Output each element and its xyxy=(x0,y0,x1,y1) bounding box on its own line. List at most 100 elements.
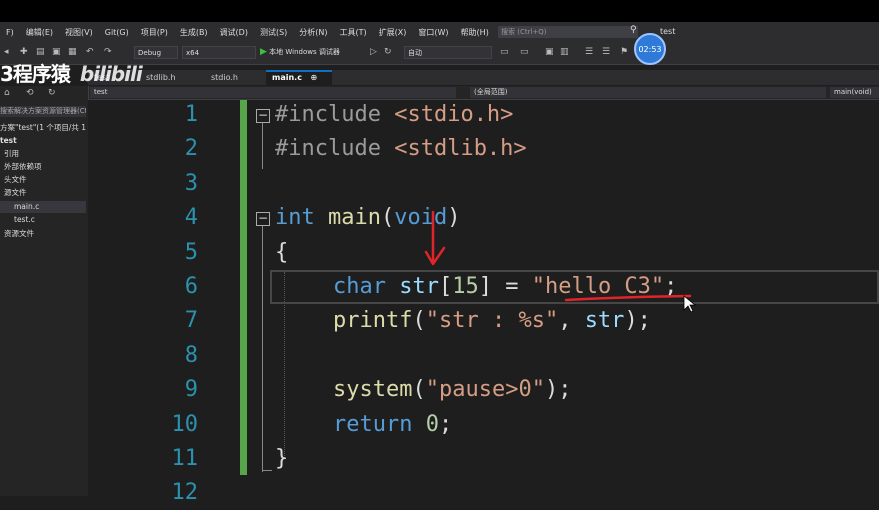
function-name: printf xyxy=(333,308,413,333)
start-without-debug-icon[interactable]: ▷ xyxy=(370,47,377,57)
fold-toggle-icon[interactable]: − xyxy=(256,109,270,123)
punct: ; xyxy=(438,412,453,437)
menu-help[interactable]: 帮助(H) xyxy=(455,27,495,38)
platform-select[interactable]: x64 xyxy=(182,46,256,59)
code-line: int main(void) xyxy=(275,201,460,235)
search-input[interactable]: 搜索 (Ctrl+Q) xyxy=(498,26,638,38)
global-scope-select[interactable]: (全局范围) xyxy=(470,87,826,98)
code-line: char str[15] = "hello C3"; xyxy=(333,270,677,304)
menu-debug[interactable]: 调试(D) xyxy=(214,27,254,38)
brace: } xyxy=(275,446,289,471)
keyword: void xyxy=(394,205,448,230)
tree-file-test-c[interactable]: test.c xyxy=(14,214,35,226)
line-number: 11 xyxy=(171,446,199,471)
bookmark-icon[interactable]: ⚑ xyxy=(620,47,628,57)
keyword: char xyxy=(333,274,386,299)
save-all-icon[interactable]: ▦ xyxy=(68,47,77,57)
function-name: system xyxy=(333,377,413,402)
indent-icon[interactable]: ☰ xyxy=(585,47,593,57)
code-line: printf("str : %s", str); xyxy=(333,304,651,338)
menu-analyze[interactable]: 分析(N) xyxy=(293,27,333,38)
outdent-icon[interactable]: ☰ xyxy=(602,47,610,57)
refresh-explorer-icon[interactable]: ↻ xyxy=(48,88,56,98)
tree-resource-files[interactable]: 资源文件 xyxy=(4,228,34,240)
variable: str xyxy=(584,308,625,333)
line-number: 2 xyxy=(184,136,198,161)
toolbar-tool-icon-2[interactable]: ▭ xyxy=(520,47,529,57)
back-icon[interactable]: ◂ xyxy=(4,47,9,57)
tree-source-files[interactable]: 源文件 xyxy=(4,187,27,199)
tree-header-files[interactable]: 头文件 xyxy=(4,174,27,186)
menu-window[interactable]: 窗口(W) xyxy=(412,27,454,38)
tree-project-test[interactable]: test xyxy=(0,135,17,147)
toolbar-tool-icon-1[interactable]: ▭ xyxy=(500,47,509,57)
menu-file[interactable]: F) xyxy=(0,28,20,37)
auto-select[interactable]: 自动 xyxy=(404,46,492,59)
sync-icon[interactable]: ⟲ xyxy=(26,88,34,98)
tree-external-deps[interactable]: 外部依赖项 xyxy=(4,161,42,173)
tab-stdio[interactable]: stdio.h xyxy=(205,70,265,85)
new-item-icon[interactable]: ✚ xyxy=(20,47,28,57)
menu-test[interactable]: 测试(S) xyxy=(254,27,293,38)
menu-project[interactable]: 项目(P) xyxy=(135,27,174,38)
watermark-text: 3程序猿 xyxy=(0,62,71,86)
menu-git[interactable]: Git(G) xyxy=(99,28,135,37)
line-number: 9 xyxy=(184,377,198,402)
menu-extensions[interactable]: 扩展(X) xyxy=(373,27,413,38)
string-literal: "hello C3" xyxy=(531,274,665,299)
string-literal: "str : %s" xyxy=(425,308,559,333)
fold-toggle-icon[interactable]: − xyxy=(256,212,270,226)
line-number: 10 xyxy=(171,412,199,437)
punct: ); xyxy=(624,308,651,333)
function-select[interactable]: main(void) xyxy=(830,87,879,98)
menu-edit[interactable]: 编辑(E) xyxy=(20,27,59,38)
scope-select[interactable]: test xyxy=(90,87,456,98)
menu-view[interactable]: 视图(V) xyxy=(59,27,99,38)
redo-icon[interactable]: ↷ xyxy=(104,47,112,57)
punct: ( xyxy=(380,205,395,230)
line-number: 7 xyxy=(184,308,198,333)
open-folder-icon[interactable]: ▤ xyxy=(36,47,45,57)
code-line: } xyxy=(275,442,288,476)
tree-file-main-c[interactable]: main.c xyxy=(0,201,86,213)
fold-line xyxy=(262,226,263,472)
run-debugger-button[interactable]: ▶ 本地 Windows 调试器 xyxy=(260,47,340,57)
fold-end-line xyxy=(262,470,272,471)
top-bar xyxy=(0,0,879,22)
line-number: 6 xyxy=(184,274,198,299)
keyword: int xyxy=(275,205,315,230)
undo-icon[interactable]: ↶ xyxy=(86,47,94,57)
tab-main-c-label: main.c xyxy=(272,73,302,82)
line-number: 8 xyxy=(184,343,198,368)
toolbar-tool-icon-4[interactable]: ▥ xyxy=(560,47,569,57)
pin-icon[interactable]: ⊕ xyxy=(311,73,318,82)
punct: ] = xyxy=(478,274,532,299)
save-icon[interactable]: ▣ xyxy=(52,47,61,57)
bilibili-logo: bilibili xyxy=(79,62,143,86)
home-icon[interactable]: ⌂ xyxy=(4,88,10,98)
punct: , xyxy=(558,308,585,333)
watermark: 3程序猿 bilibili xyxy=(0,58,143,87)
number: 0 xyxy=(425,412,439,437)
punct: ) xyxy=(447,205,461,230)
tab-main-c[interactable]: main.c ⊕ ✕ xyxy=(266,70,332,94)
search-icon[interactable]: ⚲ xyxy=(630,25,637,35)
code-line: #include <stdio.h> xyxy=(275,98,513,132)
menu-build[interactable]: 生成(B) xyxy=(174,27,214,38)
include-directive: #include xyxy=(275,102,395,127)
line-number: 3 xyxy=(184,171,198,196)
string-literal: "pause>0" xyxy=(425,377,545,402)
tab-stdlib[interactable]: stdlib.h xyxy=(140,70,200,85)
fold-line xyxy=(262,123,263,169)
tree-solution[interactable]: 方案"test"(1 个项目/共 1 xyxy=(0,122,86,134)
solution-explorer-toolbar: ⌂ ⟲ ↻ xyxy=(0,88,86,102)
refresh-icon[interactable]: ↻ xyxy=(384,47,392,57)
solution-search-input[interactable]: 搜索解决方案资源管理器(Ct xyxy=(0,106,86,117)
menu-tools[interactable]: 工具(T) xyxy=(334,27,373,38)
timer-badge: 02:53 xyxy=(634,33,666,65)
code-line: return 0; xyxy=(333,408,452,442)
toolbar-tool-icon-3[interactable]: ▣ xyxy=(545,47,554,57)
project-name: test xyxy=(660,27,676,36)
menu-bar: F) 编辑(E) 视图(V) Git(G) 项目(P) 生成(B) 调试(D) … xyxy=(0,22,879,42)
tree-references[interactable]: 引用 xyxy=(4,148,19,160)
